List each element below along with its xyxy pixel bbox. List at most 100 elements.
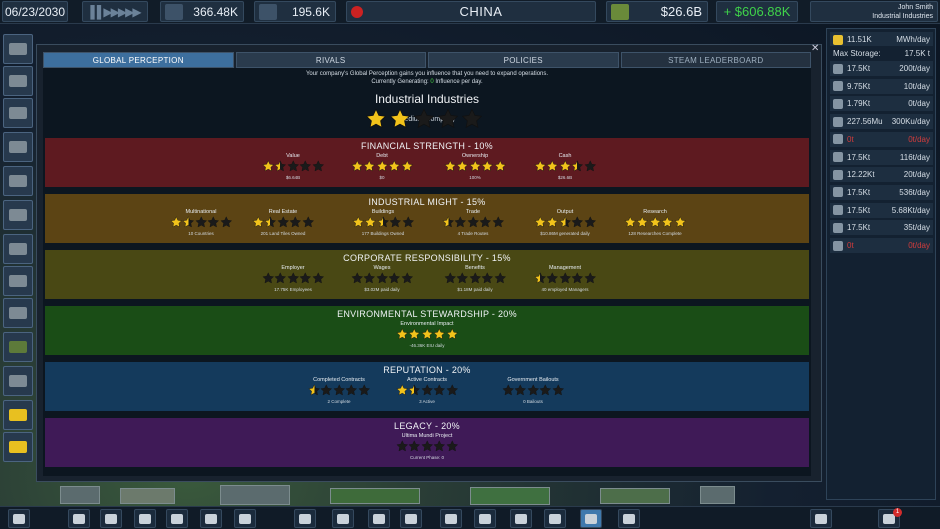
perception-metric[interactable]: Government Bailouts 0 Bailouts bbox=[483, 377, 583, 404]
toolbar-money-button[interactable] bbox=[474, 509, 496, 528]
perception-metric[interactable]: Active Contracts 3 Active bbox=[377, 377, 477, 404]
toolbar-chat-button[interactable] bbox=[332, 509, 354, 528]
perception-metric[interactable]: Cash $26.6B bbox=[515, 153, 615, 180]
speed-control[interactable]: ▌▌▶▶▶▶▶ bbox=[82, 1, 148, 22]
empty-star-icon bbox=[421, 384, 434, 397]
resource-row[interactable]: 17.5Kt 116t/day bbox=[830, 149, 933, 165]
toolbar-view-button[interactable] bbox=[100, 509, 122, 528]
perception-metric[interactable]: Management 40 employed Managers bbox=[515, 265, 615, 292]
toolbar-settings-button[interactable] bbox=[8, 509, 30, 528]
toolbar-ledger-button[interactable] bbox=[810, 509, 832, 528]
sidebar-oil-rig-button[interactable] bbox=[3, 298, 33, 328]
toolbar-perception-button[interactable] bbox=[580, 509, 602, 528]
toolbar-shop-basket-button[interactable] bbox=[440, 509, 462, 528]
perception-metric[interactable]: Wages $3.02M paid daily bbox=[332, 265, 432, 292]
fast-forward-icon[interactable]: ▌▌▶▶▶▶▶ bbox=[90, 5, 141, 19]
perception-metric[interactable]: Buildings 177 Buildings Owned bbox=[333, 209, 433, 236]
sidebar-materials-button[interactable] bbox=[3, 66, 33, 96]
toolbar-construction-button[interactable] bbox=[544, 509, 566, 528]
resource-row[interactable]: 17.5Kt 35t/day bbox=[830, 220, 933, 236]
toolbar-hierarchy-button[interactable] bbox=[294, 509, 316, 528]
perception-metric[interactable]: Completed Contracts 2 Complete bbox=[289, 377, 389, 404]
toolbar-transport-view-button[interactable] bbox=[166, 509, 188, 528]
metric-value: 2 Complete bbox=[327, 399, 351, 404]
perception-metric[interactable]: Value $6.64B bbox=[243, 153, 343, 180]
resource-row[interactable]: 17.5Kt 5.68Kt/day bbox=[830, 202, 933, 218]
sidebar-ships-button[interactable] bbox=[3, 200, 33, 230]
resource-row[interactable]: 9.75Kt 10t/day bbox=[830, 78, 933, 94]
half-star-icon bbox=[442, 216, 455, 229]
empty-star-icon bbox=[320, 384, 333, 397]
tab-rivals[interactable]: RIVALS bbox=[235, 52, 426, 68]
empty-star-icon bbox=[333, 384, 346, 397]
metric-value: $0 bbox=[379, 175, 385, 180]
sidebar-factory-button[interactable] bbox=[3, 266, 33, 296]
full-star-icon bbox=[559, 160, 572, 173]
user-profile[interactable]: John Smith Industrial Industries bbox=[810, 1, 938, 22]
tab-policies[interactable]: POLICIES bbox=[428, 52, 619, 68]
sidebar-finance-button[interactable] bbox=[3, 34, 33, 64]
resource-icon bbox=[833, 81, 843, 92]
sidebar-upgrade-button[interactable] bbox=[3, 400, 33, 430]
full-star-icon bbox=[636, 216, 649, 229]
resource-row[interactable]: 12.22Kt 20t/day bbox=[830, 167, 933, 183]
perception-metric[interactable]: Ownership 100% bbox=[425, 153, 525, 180]
sidebar-vehicles-button[interactable] bbox=[3, 132, 33, 162]
tab-global-perception[interactable]: GLOBAL PERCEPTION bbox=[43, 52, 234, 68]
tab-steam-leaderboard[interactable]: STEAM LEADERBOARD bbox=[620, 52, 811, 68]
resource-row[interactable]: 0t 0t/day bbox=[830, 238, 933, 253]
metric-rating bbox=[332, 160, 432, 173]
sidebar-trains-button[interactable] bbox=[3, 166, 33, 196]
toolbar-population-button[interactable] bbox=[134, 509, 156, 528]
perception-metric[interactable]: Environmental Impact -46.36K EIU daily bbox=[377, 321, 477, 348]
toolbar-factory-button[interactable] bbox=[368, 509, 390, 528]
resource-amount: 0t bbox=[847, 241, 854, 250]
resource-row[interactable]: 227.56Mu 300Ku/day bbox=[830, 114, 933, 130]
toolbar-notifications-button[interactable]: 1 bbox=[878, 508, 902, 528]
perception-metric[interactable]: Real Estate 201 Land Tiles Owned bbox=[233, 209, 333, 236]
toolbar-lab-flask-button[interactable] bbox=[400, 509, 422, 528]
resource-amount: 1.79Kt bbox=[847, 99, 871, 109]
full-star-icon bbox=[389, 108, 411, 130]
sidebar-mining-button[interactable] bbox=[3, 234, 33, 264]
perception-metric[interactable]: Debt $0 bbox=[332, 153, 432, 180]
toolbar-encyclopedia-button[interactable] bbox=[618, 509, 640, 528]
perception-metric[interactable]: Research 128 Researches Complete bbox=[605, 209, 705, 236]
full-star-icon bbox=[469, 160, 482, 173]
toolbar-contracts-button[interactable] bbox=[510, 509, 532, 528]
perception-metric[interactable]: Ultima Mundi Project Current Phase: 0 bbox=[377, 433, 477, 460]
perception-metric[interactable]: Trade 4 Trade Routes bbox=[423, 209, 523, 236]
sidebar-farm-button[interactable] bbox=[3, 332, 33, 362]
perception-section: INDUSTRIAL MIGHT - 15% Multinational 10 Co… bbox=[45, 194, 809, 243]
power-row[interactable]: 11.51K MWh/day bbox=[830, 32, 933, 47]
resource-row[interactable]: 17.5Kt 200t/day bbox=[830, 61, 933, 76]
half-star-icon bbox=[408, 384, 421, 397]
close-icon[interactable]: ✕ bbox=[811, 44, 821, 54]
resource-row[interactable]: 0t 0t/day bbox=[830, 131, 933, 147]
perception-metric[interactable]: Output $10.86M generated daily bbox=[515, 209, 615, 236]
metric-label: Ownership bbox=[461, 153, 489, 159]
toolbar-map-view-button[interactable] bbox=[68, 509, 90, 528]
metric-rating bbox=[243, 272, 343, 285]
empty-star-icon bbox=[388, 272, 401, 285]
toolbar-route-button[interactable] bbox=[234, 509, 256, 528]
country-selector[interactable]: CHINA bbox=[346, 1, 596, 22]
perception-metric[interactable]: Benefits $1.18M paid daily bbox=[425, 265, 525, 292]
empty-star-icon bbox=[408, 440, 421, 453]
empty-star-icon bbox=[396, 440, 409, 453]
empty-star-icon bbox=[289, 216, 302, 229]
empty-star-icon bbox=[274, 272, 287, 285]
perception-metric[interactable]: Employer 17.75K Employees bbox=[243, 265, 343, 292]
upgrade-icon bbox=[9, 409, 27, 421]
sidebar-bulldozer-button[interactable] bbox=[3, 432, 33, 462]
full-star-icon bbox=[352, 216, 365, 229]
toolbar-research-view-button[interactable] bbox=[200, 509, 222, 528]
metric-value: 201 Land Tiles Owned bbox=[260, 231, 306, 236]
resource-row[interactable]: 1.79Kt 0t/day bbox=[830, 96, 933, 112]
sidebar-storage-button[interactable] bbox=[3, 98, 33, 128]
farm-icon bbox=[9, 341, 27, 353]
metric-label: Environmental Impact bbox=[400, 321, 454, 327]
sidebar-pipette-button[interactable] bbox=[3, 366, 33, 396]
metric-label: Value bbox=[286, 153, 300, 159]
resource-row[interactable]: 17.5Kt 536t/day bbox=[830, 184, 933, 200]
